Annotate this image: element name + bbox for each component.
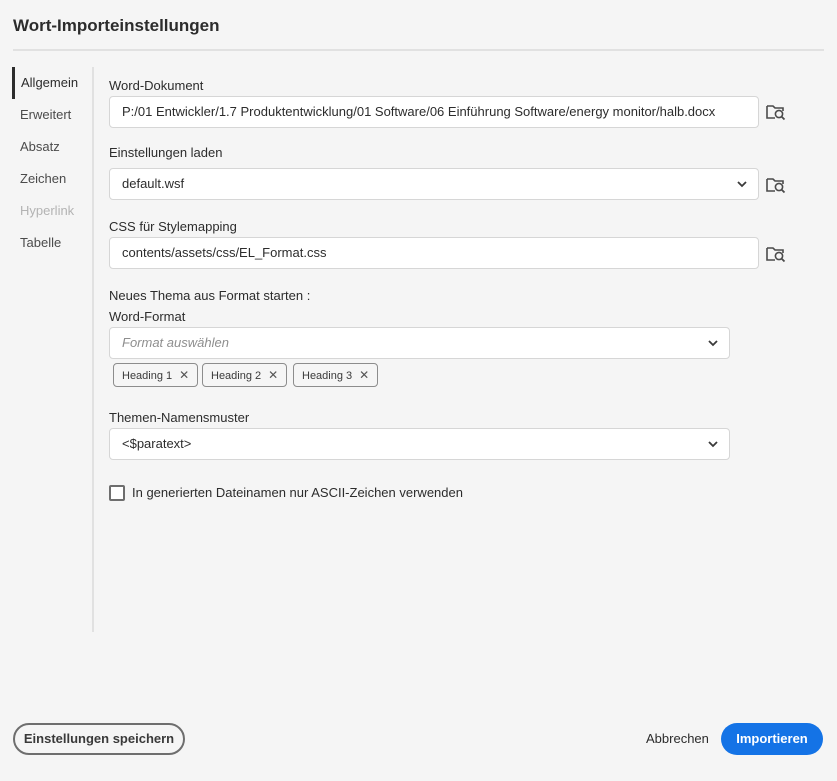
- css-field[interactable]: contents/assets/css/EL_Format.css: [109, 237, 759, 269]
- word-format-placeholder: Format auswählen: [122, 335, 229, 350]
- sidebar-item-hyperlink: Hyperlink: [20, 203, 75, 218]
- folder-search-icon[interactable]: [766, 245, 786, 263]
- word-format-label: Word-Format: [109, 309, 186, 324]
- close-icon[interactable]: ✕: [179, 368, 189, 382]
- sidebar-item-allgemein[interactable]: Allgemein: [12, 67, 90, 99]
- settings-select[interactable]: default.wsf: [109, 168, 759, 200]
- tag-heading-2: Heading 2 ✕: [202, 363, 288, 387]
- new-topic-label: Neues Thema aus Format starten :: [109, 288, 311, 303]
- tag-heading-1: Heading 1 ✕: [113, 363, 199, 387]
- chevron-down-icon: [708, 340, 718, 347]
- save-settings-button[interactable]: Einstellungen speichern: [13, 723, 185, 755]
- sidebar-nav: Allgemein Erweitert Absatz Zeichen Hyper…: [12, 67, 94, 632]
- folder-search-icon[interactable]: [766, 103, 786, 121]
- cancel-button[interactable]: Abbrechen: [646, 731, 709, 746]
- sidebar-item-zeichen[interactable]: Zeichen: [12, 163, 90, 195]
- sidebar-item-absatz[interactable]: Absatz: [12, 131, 90, 163]
- chevron-down-icon: [708, 441, 718, 448]
- folder-search-icon[interactable]: [766, 176, 786, 194]
- sidebar-item-erweitert[interactable]: Erweitert: [12, 99, 90, 131]
- title-divider: [13, 49, 824, 51]
- ascii-checkbox-label: In generierten Dateinamen nur ASCII-Zeic…: [132, 485, 463, 500]
- word-document-label: Word-Dokument: [109, 78, 204, 93]
- word-document-field[interactable]: P:/01 Entwickler/1.7 Produktentwicklung/…: [109, 96, 759, 128]
- import-button[interactable]: Importieren: [721, 723, 823, 755]
- naming-pattern-select[interactable]: <$paratext>: [109, 428, 730, 460]
- word-format-select[interactable]: Format auswählen: [109, 327, 730, 359]
- settings-select-value: default.wsf: [122, 176, 185, 191]
- settings-label: Einstellungen laden: [109, 145, 223, 160]
- close-icon[interactable]: ✕: [359, 368, 369, 382]
- css-label: CSS für Stylemapping: [109, 219, 237, 234]
- tag-label: Heading 3: [302, 370, 353, 382]
- sidebar-item-tabelle[interactable]: Tabelle: [12, 227, 90, 259]
- tag-label: Heading 2: [211, 370, 262, 382]
- tag-label: Heading 1: [122, 370, 173, 382]
- ascii-checkbox[interactable]: [109, 485, 125, 501]
- naming-pattern-label: Themen-Namensmuster: [109, 410, 250, 425]
- dialog-title: Wort-Importeinstellungen: [13, 16, 220, 35]
- chevron-down-icon: [737, 181, 747, 188]
- tag-heading-3: Heading 3 ✕: [293, 363, 379, 387]
- naming-pattern-value: <$paratext>: [122, 436, 192, 451]
- close-icon[interactable]: ✕: [268, 368, 278, 382]
